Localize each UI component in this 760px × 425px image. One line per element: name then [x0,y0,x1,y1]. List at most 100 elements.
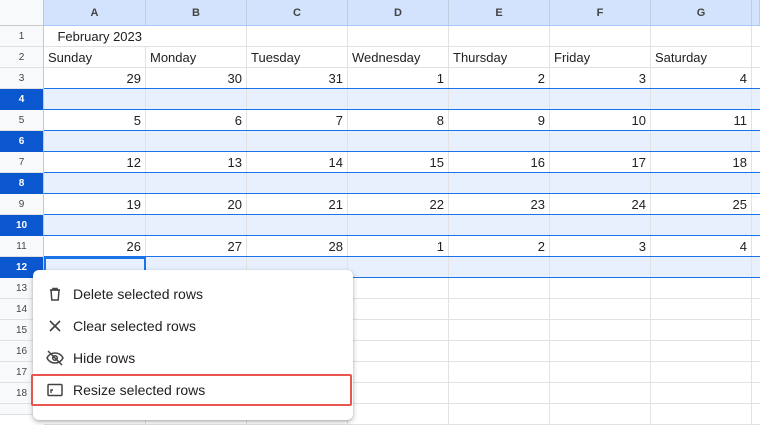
cell-a2-weekday[interactable]: Sunday [44,47,146,68]
selected-row-cell[interactable] [348,257,449,278]
selected-row-cell[interactable] [449,89,550,110]
row-header-3[interactable]: 3 [0,68,44,89]
cell-g7-day[interactable]: 18 [651,152,752,173]
empty-cell[interactable] [449,26,550,47]
empty-cell[interactable] [550,362,651,383]
column-header-f[interactable]: F [550,0,651,26]
selected-row-cell[interactable] [550,131,651,152]
cell-b7-day[interactable]: 13 [146,152,247,173]
cell-b3-day[interactable]: 30 [146,68,247,89]
cell-c11-day[interactable]: 28 [247,236,348,257]
empty-cell[interactable] [651,383,752,404]
cell-c5-day[interactable]: 7 [247,110,348,131]
empty-cell[interactable] [348,341,449,362]
empty-cell[interactable] [752,299,760,320]
empty-cell[interactable] [651,341,752,362]
selected-row-cell[interactable] [752,131,760,152]
menu-item-clear-rows[interactable]: Clear selected rows [33,310,353,342]
cell-b5-day[interactable]: 6 [146,110,247,131]
selected-row-cell[interactable] [752,215,760,236]
row-header-8[interactable]: 8 [0,173,44,194]
selected-row-cell[interactable] [449,173,550,194]
cell-e5-day[interactable]: 9 [449,110,550,131]
cell-d2-weekday[interactable]: Wednesday [348,47,449,68]
empty-cell[interactable] [752,320,760,341]
selected-row-cell[interactable] [752,257,760,278]
cell-h5[interactable] [752,110,760,131]
column-header-d[interactable]: D [348,0,449,26]
empty-cell[interactable] [550,278,651,299]
cell-h11[interactable] [752,236,760,257]
empty-cell[interactable] [449,341,550,362]
cell-e9-day[interactable]: 23 [449,194,550,215]
cell-h3[interactable] [752,68,760,89]
empty-cell[interactable] [752,278,760,299]
empty-cell[interactable] [550,383,651,404]
cell-a1-title[interactable]: February 2023 [44,26,146,47]
selected-row-cell[interactable] [44,131,146,152]
empty-cell[interactable] [449,362,550,383]
cell-b9-day[interactable]: 20 [146,194,247,215]
cell-a3-day[interactable]: 29 [44,68,146,89]
selected-row-cell[interactable] [44,173,146,194]
selected-row-cell[interactable] [247,131,348,152]
cell-f7-day[interactable]: 17 [550,152,651,173]
empty-cell[interactable] [752,341,760,362]
cell-d5-day[interactable]: 8 [348,110,449,131]
selected-row-cell[interactable] [550,257,651,278]
empty-cell[interactable] [550,320,651,341]
selected-row-cell[interactable] [348,215,449,236]
selected-row-cell[interactable] [146,131,247,152]
selected-row-cell[interactable] [449,215,550,236]
cell-d3-day[interactable]: 1 [348,68,449,89]
empty-cell[interactable] [449,383,550,404]
selected-row-cell[interactable] [348,131,449,152]
selected-row-cell[interactable] [146,215,247,236]
cell-g11-day[interactable]: 4 [651,236,752,257]
row-header-11[interactable]: 11 [0,236,44,257]
empty-cell[interactable] [550,299,651,320]
empty-cell[interactable] [348,320,449,341]
empty-cell[interactable] [752,383,760,404]
row-header-2[interactable]: 2 [0,47,44,68]
selected-row-cell[interactable] [348,173,449,194]
cell-a9-day[interactable]: 19 [44,194,146,215]
select-all-corner[interactable] [0,0,44,26]
cell-e11-day[interactable]: 2 [449,236,550,257]
empty-cell[interactable] [247,26,348,47]
selected-row-cell[interactable] [651,257,752,278]
cell-a5-day[interactable]: 5 [44,110,146,131]
empty-cell[interactable] [752,26,760,47]
empty-cell[interactable] [651,278,752,299]
column-header-a[interactable]: A [44,0,146,26]
menu-item-resize-rows[interactable]: Resize selected rows [31,374,352,406]
cell-h9[interactable] [752,194,760,215]
cell-a7-day[interactable]: 12 [44,152,146,173]
empty-cell[interactable] [449,278,550,299]
row-header-1[interactable]: 1 [0,26,44,47]
cell-e7-day[interactable]: 16 [449,152,550,173]
empty-cell[interactable] [550,26,651,47]
cell-b11-day[interactable]: 27 [146,236,247,257]
selected-row-cell[interactable] [752,173,760,194]
column-header-g[interactable]: G [651,0,752,26]
cell-f5-day[interactable]: 10 [550,110,651,131]
column-header-e[interactable]: E [449,0,550,26]
selected-row-cell[interactable] [449,131,550,152]
selected-row-cell[interactable] [550,173,651,194]
cell-c9-day[interactable]: 21 [247,194,348,215]
row-header-5[interactable]: 5 [0,110,44,131]
cell-e2-weekday[interactable]: Thursday [449,47,550,68]
empty-cell[interactable] [449,320,550,341]
empty-cell[interactable] [651,26,752,47]
empty-cell[interactable] [651,299,752,320]
row-header-6[interactable]: 6 [0,131,44,152]
cell-g3-day[interactable]: 4 [651,68,752,89]
menu-item-hide-rows[interactable]: Hide rows [33,342,353,374]
column-header-c[interactable]: C [247,0,348,26]
cell-d7-day[interactable]: 15 [348,152,449,173]
empty-cell[interactable] [348,383,449,404]
selected-row-cell[interactable] [44,89,146,110]
empty-cell[interactable] [752,47,760,68]
cell-a11-day[interactable]: 26 [44,236,146,257]
